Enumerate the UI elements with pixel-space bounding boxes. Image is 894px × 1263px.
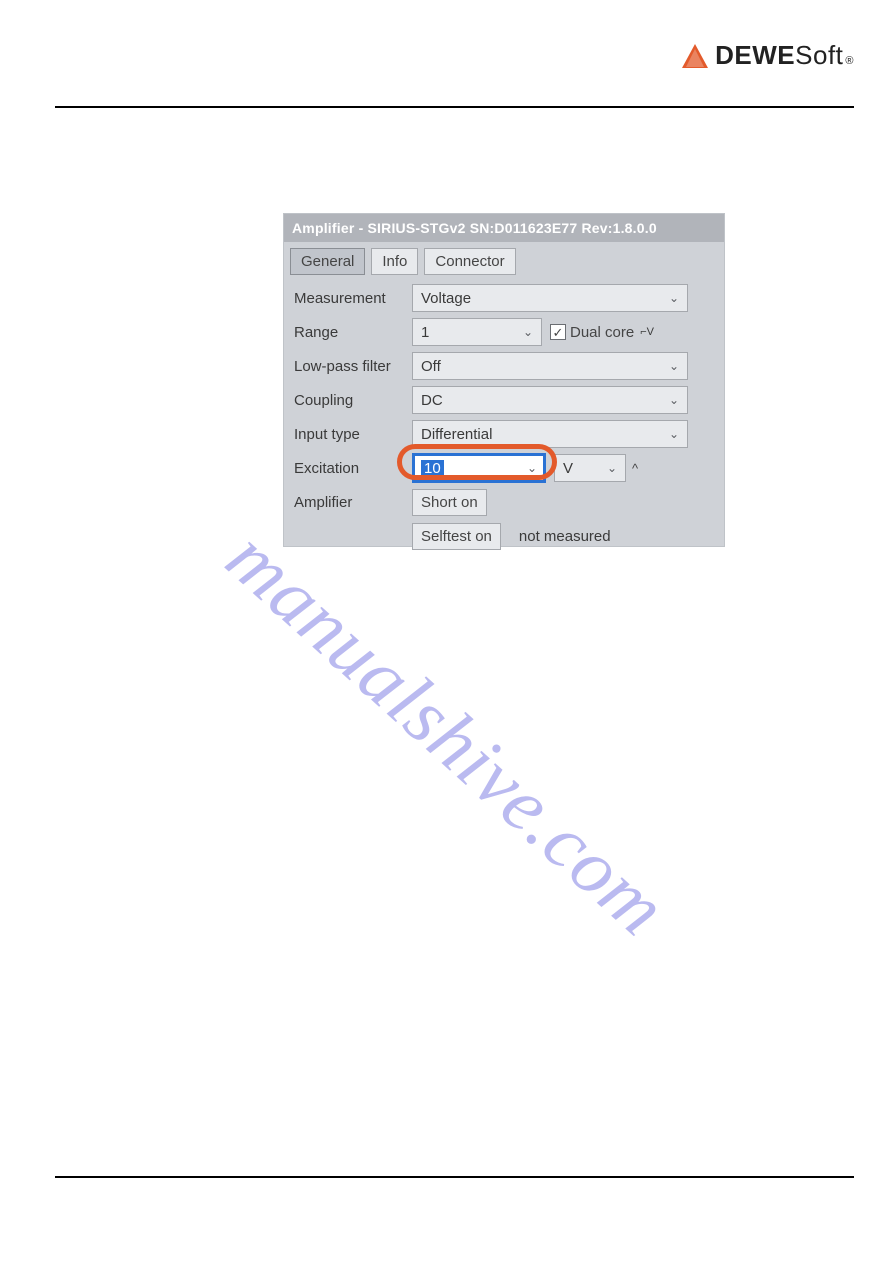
brand-name-light: Soft	[795, 40, 843, 71]
chevron-down-icon: ⌄	[607, 461, 617, 475]
measurement-value: Voltage	[421, 290, 471, 307]
checkbox-checked-icon: ✓	[550, 324, 566, 340]
caret-up-icon[interactable]: ^	[632, 461, 638, 476]
chevron-down-icon: ⌄	[669, 359, 679, 373]
panel-form: Measurement Voltage ⌄ Range 1 ⌄ ✓ Dual c…	[284, 283, 724, 563]
chevron-down-icon: ⌄	[523, 325, 533, 339]
panel-tabs: General Info Connector	[284, 242, 724, 283]
brand-logo-icon	[681, 43, 709, 69]
excitation-value: 10	[421, 460, 444, 477]
footer-divider	[55, 1176, 854, 1178]
measurement-select[interactable]: Voltage ⌄	[412, 284, 688, 312]
lowpass-select[interactable]: Off ⌄	[412, 352, 688, 380]
dual-core-label: Dual core	[570, 324, 634, 341]
brand-name: DEWESoft®	[715, 40, 854, 71]
amplifier-panel: Amplifier - SIRIUS-STGv2 SN:D011623E77 R…	[283, 213, 725, 547]
chevron-down-icon: ⌄	[669, 427, 679, 441]
excitation-unit-select[interactable]: V ⌄	[554, 454, 626, 482]
chevron-down-icon: ⌄	[669, 291, 679, 305]
header-divider	[55, 106, 854, 108]
excitation-label: Excitation	[294, 460, 412, 477]
coupling-value: DC	[421, 392, 443, 409]
measurement-label: Measurement	[294, 290, 412, 307]
selftest-on-button[interactable]: Selftest on	[412, 523, 501, 550]
input-type-value: Differential	[421, 426, 492, 443]
brand-logo: DEWESoft®	[681, 40, 854, 71]
amplifier-label: Amplifier	[294, 494, 412, 511]
chevron-down-icon: ⌄	[527, 461, 537, 475]
range-label: Range	[294, 324, 412, 341]
excitation-value-select[interactable]: 10 ⌄	[412, 453, 546, 483]
lowpass-value: Off	[421, 358, 441, 375]
chevron-down-icon: ⌄	[669, 393, 679, 407]
brand-name-bold: DEWE	[715, 40, 795, 71]
tab-general[interactable]: General	[290, 248, 365, 275]
tab-connector[interactable]: Connector	[424, 248, 515, 275]
panel-title: Amplifier - SIRIUS-STGv2 SN:D011623E77 R…	[284, 214, 724, 242]
dual-core-checkbox[interactable]: ✓ Dual core ⌐V	[550, 324, 654, 341]
input-type-label: Input type	[294, 426, 412, 443]
lowpass-label: Low-pass filter	[294, 358, 412, 375]
input-type-select[interactable]: Differential ⌄	[412, 420, 688, 448]
coupling-select[interactable]: DC ⌄	[412, 386, 688, 414]
range-select[interactable]: 1 ⌄	[412, 318, 542, 346]
coupling-label: Coupling	[294, 392, 412, 409]
brand-registered: ®	[845, 55, 854, 67]
excitation-unit: V	[563, 460, 573, 477]
range-value: 1	[421, 324, 429, 341]
short-on-button[interactable]: Short on	[412, 489, 487, 516]
tab-info[interactable]: Info	[371, 248, 418, 275]
selftest-status: not measured	[519, 528, 611, 545]
dual-core-suffix: ⌐V	[640, 326, 654, 338]
